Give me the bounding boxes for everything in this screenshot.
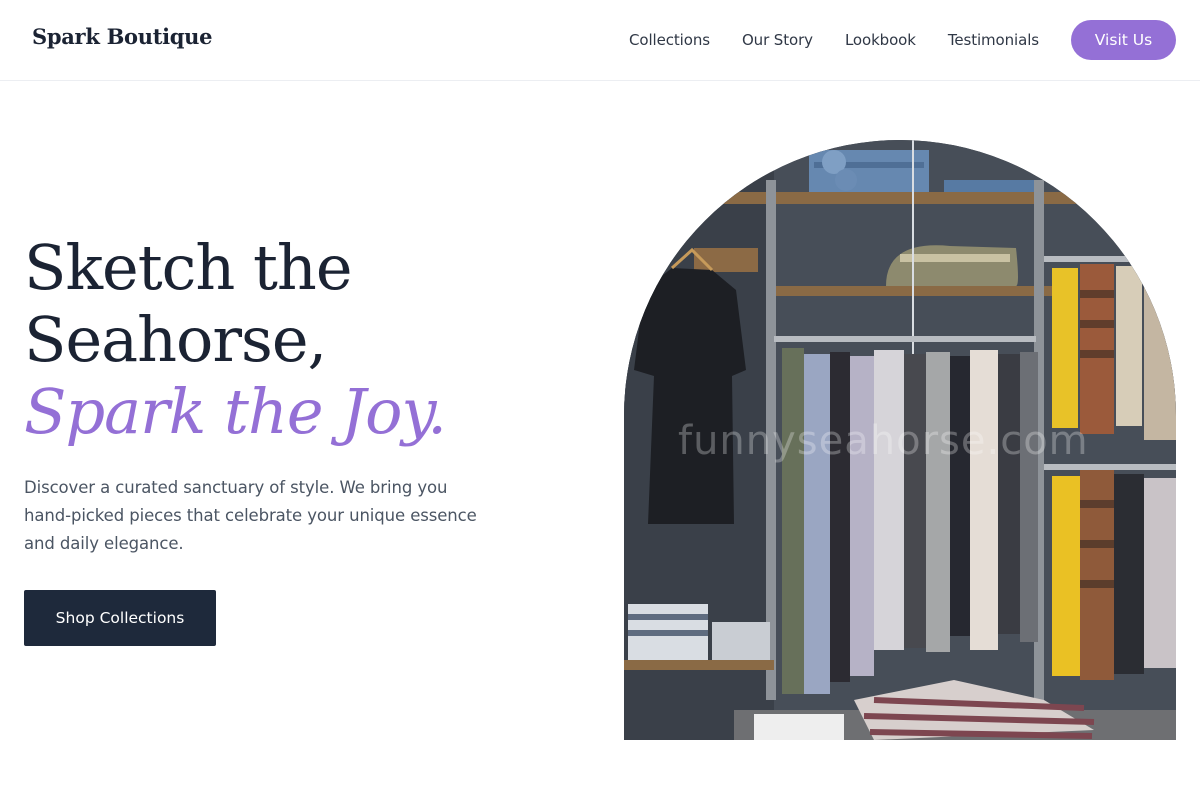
nav-link-collections[interactable]: Collections <box>629 31 710 49</box>
nav-link-lookbook[interactable]: Lookbook <box>845 31 916 49</box>
shop-collections-button[interactable]: Shop Collections <box>24 590 216 646</box>
hero-title-line-1: Sketch the <box>24 231 353 304</box>
nav-link-testimonials[interactable]: Testimonials <box>948 31 1039 49</box>
image-watermark: funnyseahorse.com <box>678 418 1089 464</box>
hero-title: Sketch the Seahorse, Spark the Joy. <box>24 232 584 448</box>
boutique-rack-image: funnyseahorse.com <box>624 140 1176 740</box>
brand-logo[interactable]: Spark Boutique <box>32 24 213 49</box>
hero-title-line-2: Seahorse, <box>24 303 327 376</box>
site-header: Spark Boutique Collections Our Story Loo… <box>0 0 1200 81</box>
nav-link-our-story[interactable]: Our Story <box>742 31 813 49</box>
hero-title-accent: Spark the Joy. <box>24 375 447 448</box>
main-nav: Collections Our Story Lookbook Testimoni… <box>629 20 1176 60</box>
hero-description: Discover a curated sanctuary of style. W… <box>24 478 477 553</box>
visit-us-button[interactable]: Visit Us <box>1071 20 1176 60</box>
